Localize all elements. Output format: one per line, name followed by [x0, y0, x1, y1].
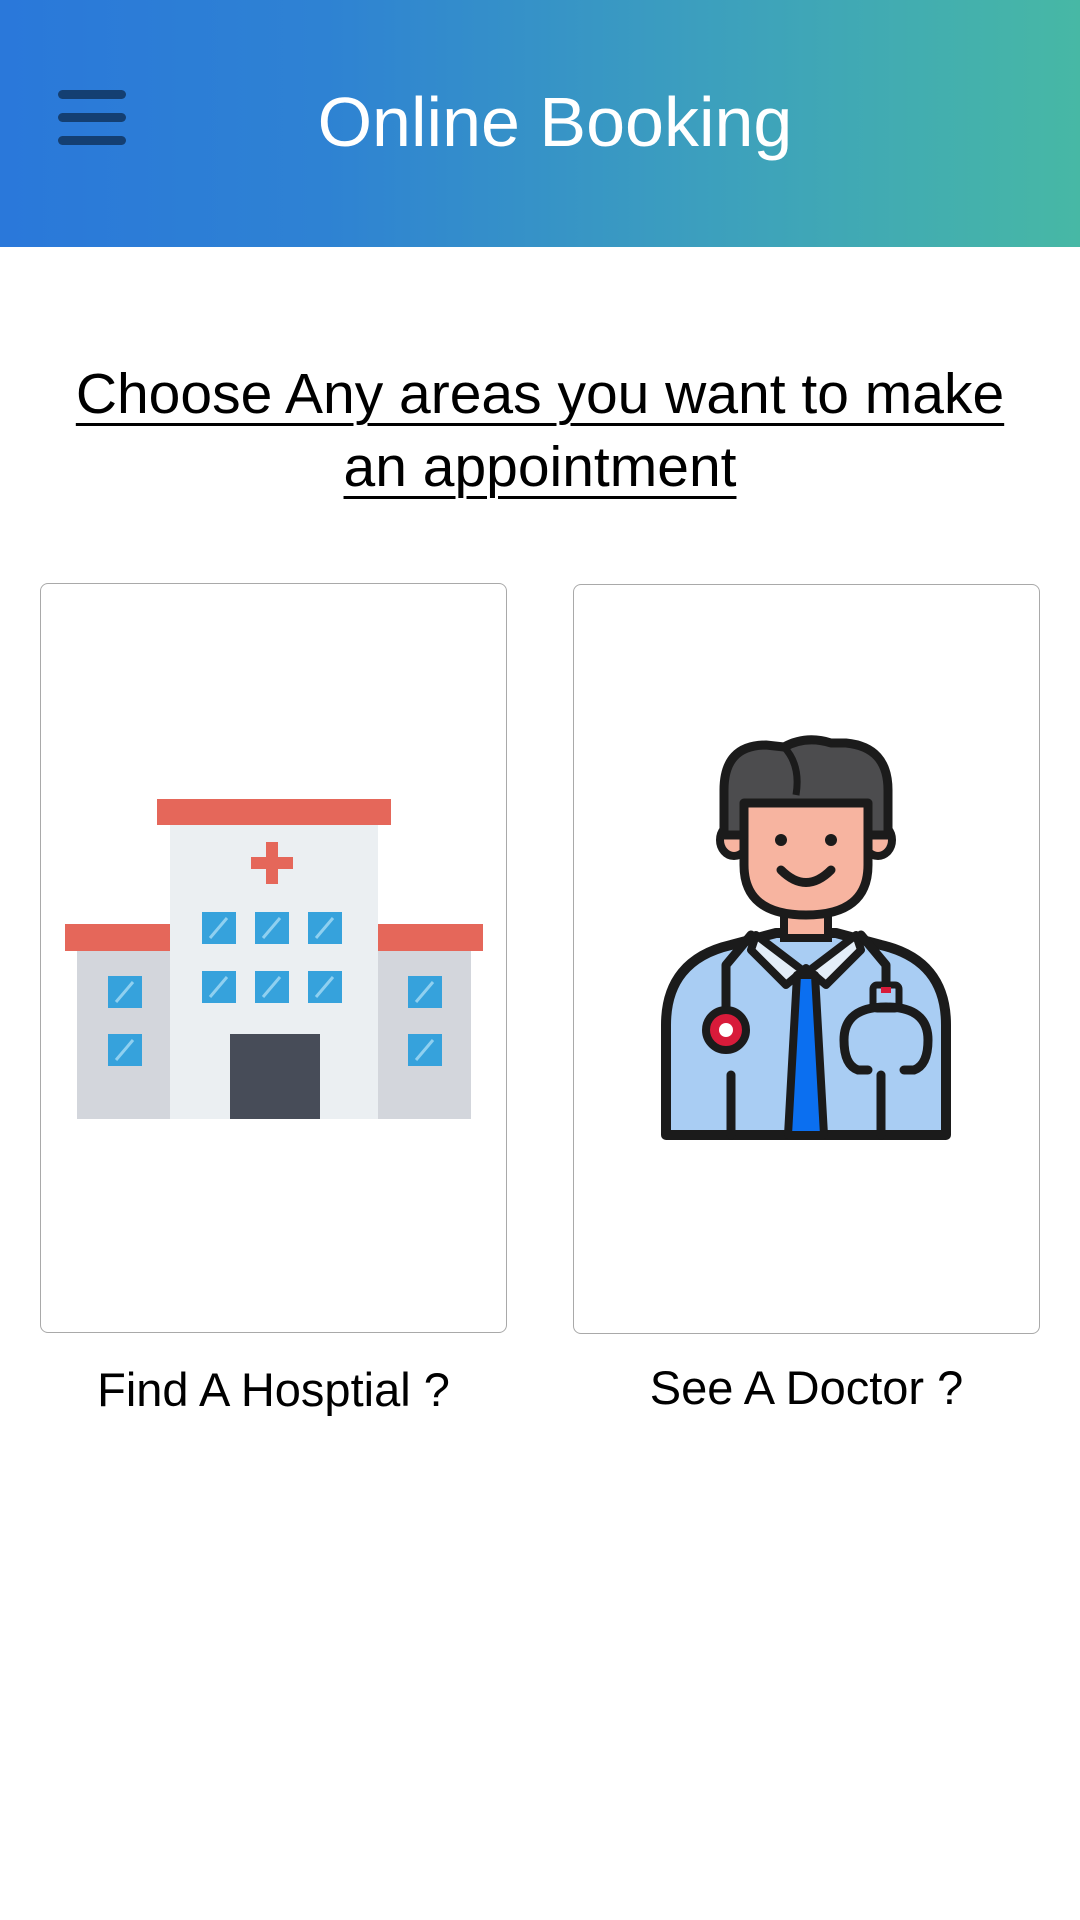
find-hospital-label[interactable]: Find A Hosptial ? [40, 1362, 507, 1418]
find-hospital-card[interactable] [40, 583, 507, 1333]
doctor-icon [661, 735, 951, 1140]
instruction-heading: Choose Any areas you want to make an app… [40, 358, 1040, 504]
app-header: Online Booking [0, 0, 1080, 247]
hospital-icon [65, 799, 483, 1119]
instruction-text: Choose Any areas you want to make an app… [75, 362, 1005, 499]
app-screen: Online Booking Choose Any areas you want… [0, 0, 1080, 1920]
see-doctor-label[interactable]: See A Doctor ? [573, 1360, 1040, 1416]
page-title: Online Booking [317, 83, 793, 161]
see-doctor-card[interactable] [573, 584, 1040, 1334]
